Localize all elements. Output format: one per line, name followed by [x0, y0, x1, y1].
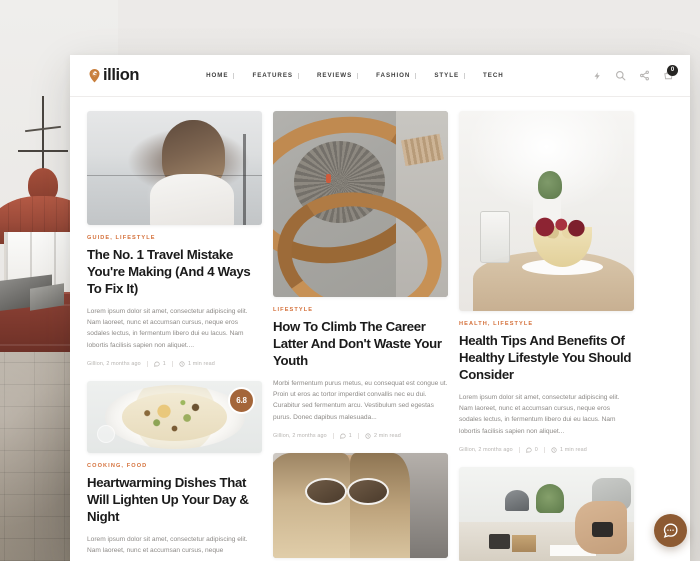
clock-icon	[365, 433, 371, 439]
read-time: 1 min read	[179, 361, 215, 367]
post-excerpt: Lorem ipsum dolor sit amet, consectetur …	[459, 393, 620, 435]
chevron-down-icon	[233, 72, 235, 79]
cart-button[interactable]: 0	[663, 64, 678, 82]
play-icon[interactable]	[97, 424, 115, 443]
read-time-value: 2 min read	[373, 432, 401, 439]
post-meta: Gillion, 2 months ago 1	[273, 432, 448, 439]
comment-count-value: 1	[162, 360, 166, 367]
meta-divider	[332, 432, 334, 439]
clock-icon	[551, 447, 557, 453]
nav-item-reviews[interactable]: REVIEWS	[308, 72, 367, 79]
post-meta: Gillion, 2 months ago 1	[87, 360, 262, 367]
post-grid: GUIDE, LIFESTYLE The No. 1 Travel Mistak…	[70, 97, 690, 561]
chat-bubble-icon	[662, 522, 679, 539]
post-author-date: Gillion, 2 months ago	[459, 446, 513, 453]
read-time: 2 min read	[365, 433, 401, 439]
fruit-bowl-table-photo[interactable]	[459, 111, 634, 311]
nav-label: TECH	[483, 72, 504, 79]
nav-label: FEATURES	[252, 72, 293, 79]
chevron-down-icon	[415, 72, 417, 79]
post-author-date: Gillion, 2 months ago	[273, 432, 327, 439]
post-card-desk[interactable]	[459, 466, 634, 561]
post-body: HEALTH, LIFESTYLE Health Tips And Benefi…	[459, 311, 634, 453]
grid-column-2: LIFESTYLE How To Climb The Career Latter…	[273, 111, 448, 561]
post-excerpt: Lorem ipsum dolor sit amet, consectetur …	[87, 307, 248, 349]
post-author-date: Gillion, 2 months ago	[87, 360, 141, 367]
desk-workspace-photo[interactable]	[459, 466, 634, 561]
post-categories[interactable]: LIFESTYLE	[273, 307, 448, 313]
post-body: COOKING, FOOD Heartwarming Dishes That W…	[87, 453, 262, 556]
screenshot-scene: illion HOME FEATURES REVIEWS FASHION STY…	[0, 0, 700, 561]
post-body: GUIDE, LIFESTYLE The No. 1 Travel Mistak…	[87, 225, 262, 367]
site-logo[interactable]: illion	[87, 66, 140, 85]
comment-icon	[526, 447, 532, 453]
chat-fab-button[interactable]	[654, 514, 687, 547]
nav-item-home[interactable]: HOME	[197, 72, 243, 79]
comment-count[interactable]: 0	[526, 447, 538, 453]
nav-label: STYLE	[434, 72, 460, 79]
meta-divider	[146, 360, 148, 367]
nav-label: REVIEWS	[316, 72, 353, 79]
logo-text: illion	[103, 66, 140, 85]
post-title[interactable]: Health Tips And Benefits Of Healthy Life…	[459, 333, 634, 384]
nav-label: HOME	[206, 72, 229, 79]
nav-item-style[interactable]: STYLE	[425, 72, 474, 79]
cart-count-badge: 0	[667, 64, 678, 76]
read-time: 1 min read	[551, 447, 587, 453]
post-card-health-tips[interactable]: HEALTH, LIFESTYLE Health Tips And Benefi…	[459, 111, 634, 453]
post-categories[interactable]: HEALTH, LIFESTYLE	[459, 321, 634, 327]
post-card-travel-mistake[interactable]: GUIDE, LIFESTYLE The No. 1 Travel Mistak…	[87, 111, 262, 367]
nav-label: FASHION	[376, 72, 411, 79]
grid-column-1: GUIDE, LIFESTYLE The No. 1 Travel Mistak…	[87, 111, 262, 561]
woman-sunglasses-photo[interactable]	[273, 452, 448, 558]
risotto-bowl-photo[interactable]: 6.8	[87, 380, 262, 453]
comment-icon	[340, 433, 346, 439]
post-body: LIFESTYLE How To Climb The Career Latter…	[273, 297, 448, 439]
post-card-sunglasses[interactable]	[273, 452, 448, 558]
comment-icon	[154, 361, 160, 367]
post-excerpt: Morbi fermentum purus metus, eu consequa…	[273, 379, 448, 421]
comment-count-value: 1	[348, 432, 352, 439]
site-header: illion HOME FEATURES REVIEWS FASHION STY…	[70, 55, 690, 97]
chevron-down-icon	[357, 72, 359, 79]
post-card-climb-career-latter[interactable]: LIFESTYLE How To Climb The Career Latter…	[273, 111, 448, 439]
comment-count[interactable]: 1	[340, 433, 352, 439]
post-meta: Gillion, 2 months ago 0 1 min read	[459, 446, 634, 453]
nav-item-fashion[interactable]: FASHION	[367, 72, 425, 79]
nav-item-features[interactable]: FEATURES	[243, 72, 308, 79]
share-icon[interactable]	[639, 70, 650, 81]
meta-divider	[518, 446, 520, 453]
read-time-value: 1 min read	[559, 446, 587, 453]
spiral-staircase-photo[interactable]	[273, 111, 448, 297]
comment-count-value: 0	[534, 446, 538, 453]
clock-icon	[179, 361, 185, 367]
chevron-down-icon	[297, 72, 299, 79]
post-categories[interactable]: GUIDE, LIFESTYLE	[87, 235, 262, 241]
lightning-icon[interactable]	[593, 70, 602, 82]
read-time-value: 1 min read	[187, 360, 215, 367]
post-title[interactable]: How To Climb The Career Latter And Don't…	[273, 319, 448, 370]
rating-badge: 6.8	[228, 386, 255, 414]
nav-item-tech[interactable]: TECH	[474, 72, 513, 79]
woman-waterfront-photo[interactable]	[87, 111, 262, 225]
meta-divider	[357, 432, 359, 439]
website-panel: illion HOME FEATURES REVIEWS FASHION STY…	[70, 55, 690, 561]
search-icon[interactable]	[615, 70, 626, 81]
post-title[interactable]: The No. 1 Travel Mistake You're Making (…	[87, 247, 262, 298]
post-categories[interactable]: COOKING, FOOD	[87, 463, 262, 469]
grid-column-3: HEALTH, LIFESTYLE Health Tips And Benefi…	[459, 111, 634, 561]
post-card-heartwarming-dishes[interactable]: 6.8 COOKING, FOOD Heartwarming Dishes Th…	[87, 380, 262, 561]
post-excerpt: Lorem ipsum dolor sit amet, consectetur …	[87, 535, 248, 554]
comment-count[interactable]: 1	[154, 361, 166, 367]
meta-divider	[543, 446, 545, 453]
header-icon-group: 0	[593, 64, 678, 82]
meta-divider	[171, 360, 173, 367]
chevron-down-icon	[464, 72, 466, 79]
g-pin-icon	[87, 68, 102, 83]
main-navigation: HOME FEATURES REVIEWS FASHION STYLE TECH	[197, 72, 513, 79]
post-title[interactable]: Heartwarming Dishes That Will Lighten Up…	[87, 475, 262, 526]
